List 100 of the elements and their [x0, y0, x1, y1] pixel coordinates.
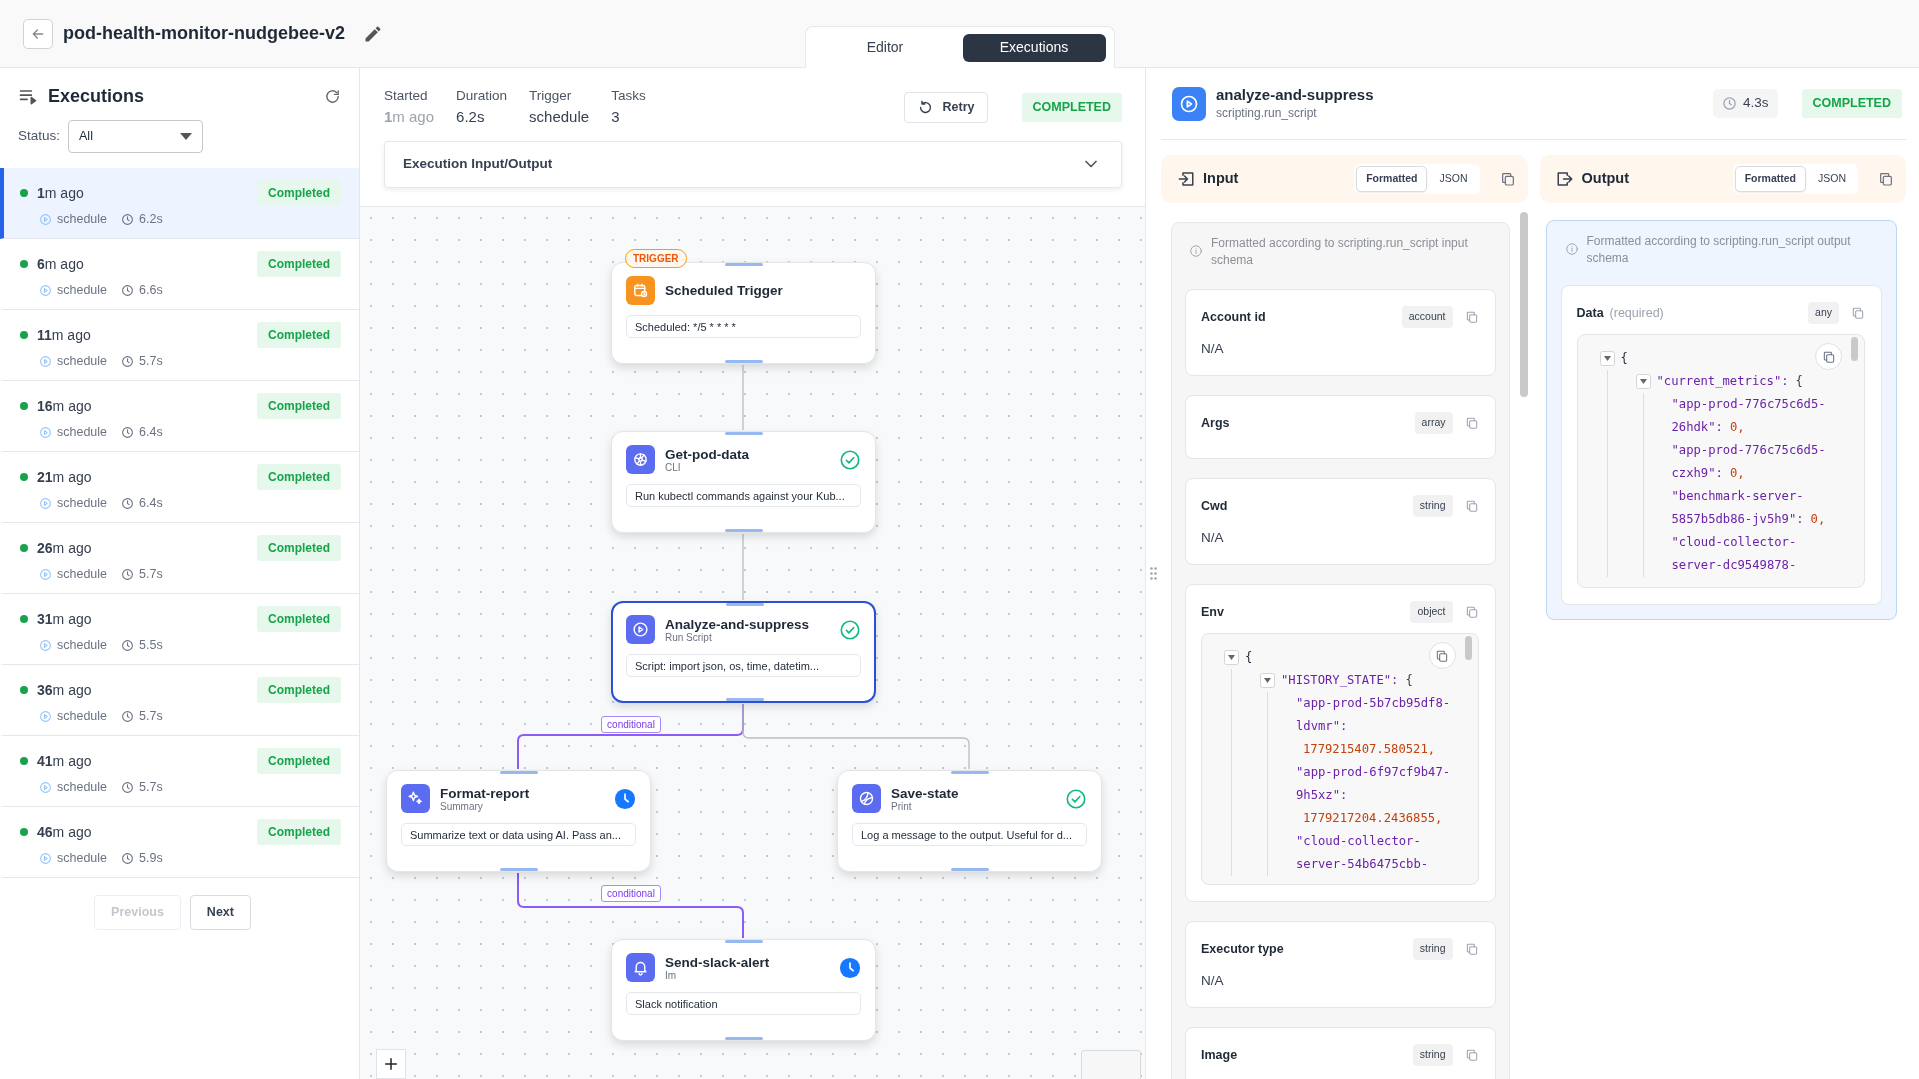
- stat-value: 3: [611, 107, 621, 128]
- connection-handle[interactable]: [951, 867, 989, 871]
- status-badge: Completed: [257, 677, 341, 703]
- expand-toggle[interactable]: [1599, 351, 1615, 366]
- field-value: N/A: [1201, 529, 1225, 547]
- workflow-node[interactable]: Scheduled Trigger Scheduled: */5 * * * *: [611, 261, 876, 364]
- type-tag: any: [1808, 302, 1839, 324]
- copy-icon[interactable]: [1464, 310, 1479, 324]
- execution-item[interactable]: 46m ago Completed schedule 5.9s: [0, 807, 359, 878]
- info-text: Formatted according to scripting.run_script input schema: [1211, 235, 1469, 269]
- zoom-in-button[interactable]: [376, 1048, 406, 1079]
- copy-button[interactable]: [1428, 642, 1456, 669]
- connection-handle[interactable]: [500, 770, 538, 774]
- workflow-node[interactable]: Save-state Print Log a message to the output. Useful for d...: [837, 769, 1102, 872]
- copy-button[interactable]: [1815, 343, 1842, 370]
- trigger-text: schedule: [57, 495, 108, 512]
- workflow-node[interactable]: Get-pod-data CLI Run kubectl commands against your Kub...: [611, 430, 876, 533]
- copy-icon[interactable]: [1464, 942, 1479, 956]
- copy-icon[interactable]: [1464, 605, 1479, 619]
- copy-icon[interactable]: [1499, 171, 1516, 187]
- connection-handle[interactable]: [725, 262, 763, 266]
- execution-item[interactable]: 31m ago Completed schedule 5.5s: [0, 594, 359, 665]
- view-tab[interactable]: JSON: [1429, 166, 1478, 192]
- execution-item[interactable]: 21m ago Completed schedule 6.4s: [0, 452, 359, 523]
- pencil-icon[interactable]: [363, 23, 383, 44]
- expand-toggle[interactable]: [1635, 374, 1651, 389]
- connection-handle[interactable]: [500, 867, 538, 871]
- copy-icon[interactable]: [1878, 171, 1894, 187]
- time-ago: 41m ago: [37, 751, 92, 771]
- connection-handle[interactable]: [725, 939, 763, 943]
- play-circle-icon: [39, 283, 52, 297]
- node-title: Save-state: [891, 785, 959, 801]
- accordion-header[interactable]: Execution Input/Output: [384, 140, 1122, 188]
- workflow-node[interactable]: Analyze-and-suppress Run Script Script: import json, os, time, datetim...: [611, 600, 876, 703]
- workflow-node[interactable]: Format-report Summary Summarize text or data using AI. Pass an...: [386, 769, 651, 872]
- copy-icon[interactable]: [1464, 1048, 1479, 1062]
- node-title: Analyze-and-suppress: [665, 616, 810, 632]
- mode-tab[interactable]: Editor: [813, 33, 957, 62]
- json-line: {: [1245, 649, 1253, 666]
- node-title: Send-slack-alert: [665, 954, 770, 970]
- stat-value: 6.2s: [456, 107, 486, 128]
- retry-button[interactable]: Retry: [903, 91, 988, 123]
- connection-handle[interactable]: [725, 1036, 763, 1040]
- view-tab[interactable]: Formatted: [1734, 166, 1806, 192]
- workflow-node[interactable]: Send-slack-alert Im Slack notification: [611, 938, 876, 1041]
- required-note: (required): [1609, 304, 1664, 322]
- copy-icon[interactable]: [1464, 499, 1479, 513]
- copy-icon[interactable]: [1464, 416, 1479, 430]
- execution-item[interactable]: 1m ago Completed schedule 6.2s: [0, 168, 359, 239]
- execution-item[interactable]: 26m ago Completed schedule 5.7s: [0, 523, 359, 594]
- trigger-text: schedule: [57, 566, 108, 583]
- clock-icon: [1722, 96, 1737, 111]
- execution-item[interactable]: 36m ago Completed schedule 5.7s: [0, 665, 359, 736]
- time-ago: 1m ago: [37, 183, 84, 203]
- scrollbar-thumb[interactable]: [1851, 337, 1858, 361]
- expand-toggle[interactable]: [1260, 673, 1275, 688]
- status-badge: Completed: [257, 251, 341, 277]
- connection-handle[interactable]: [725, 528, 763, 532]
- status-dot: [20, 473, 28, 481]
- status-badge: Completed: [257, 535, 341, 561]
- expand-toggle[interactable]: [1224, 650, 1239, 665]
- scrollbar-thumb[interactable]: [1464, 636, 1472, 660]
- execution-item[interactable]: 16m ago Completed schedule 6.4s: [0, 381, 359, 452]
- execution-item[interactable]: 6m ago Completed schedule 6.6s: [0, 239, 359, 310]
- status-badge: Completed: [257, 393, 341, 419]
- execution-item[interactable]: 41m ago Completed schedule 5.7s: [0, 736, 359, 807]
- bell-icon: [632, 959, 649, 977]
- stat-label: Duration: [456, 87, 508, 105]
- time-ago: 31m ago: [37, 609, 92, 629]
- trigger-text: schedule: [57, 353, 108, 370]
- pagination-button[interactable]: Next: [189, 895, 251, 930]
- connection-handle[interactable]: [726, 697, 764, 701]
- back-button[interactable]: [23, 18, 53, 49]
- status-badge: COMPLETED: [1021, 93, 1122, 122]
- clock-icon: [121, 780, 135, 794]
- view-tab[interactable]: Formatted: [1356, 166, 1428, 192]
- execution-item[interactable]: 11m ago Completed schedule 5.7s: [0, 310, 359, 381]
- copy-icon[interactable]: [1851, 306, 1865, 320]
- trigger-text: schedule: [57, 850, 108, 867]
- json-line: "current_metrics": {: [1656, 373, 1803, 390]
- scrollbar-thumb[interactable]: [1519, 212, 1528, 397]
- duration-text: 6.4s: [139, 424, 163, 441]
- trigger-text: schedule: [57, 282, 108, 299]
- drag-handle-icon[interactable]: [1150, 567, 1157, 580]
- connection-handle[interactable]: [725, 359, 763, 363]
- task-title: analyze-and-suppress: [1216, 85, 1374, 104]
- connection-handle[interactable]: [725, 431, 763, 435]
- connection-handle[interactable]: [726, 602, 764, 606]
- refresh-icon[interactable]: [324, 87, 341, 105]
- mode-tab[interactable]: Executions: [962, 33, 1106, 62]
- info-text: Formatted according to scripting.run_script output schema: [1586, 233, 1852, 267]
- status-badge: Completed: [257, 819, 341, 845]
- node-description: Scheduled: */5 * * * *: [626, 314, 861, 338]
- view-tab[interactable]: JSON: [1808, 166, 1856, 192]
- accordion-title: Execution Input/Output: [403, 155, 553, 174]
- clock-icon: [121, 638, 135, 652]
- clock-icon: [121, 496, 135, 510]
- status-select[interactable]: All: [68, 120, 204, 153]
- connection-handle[interactable]: [951, 770, 989, 774]
- node-title: Format-report: [440, 785, 530, 801]
